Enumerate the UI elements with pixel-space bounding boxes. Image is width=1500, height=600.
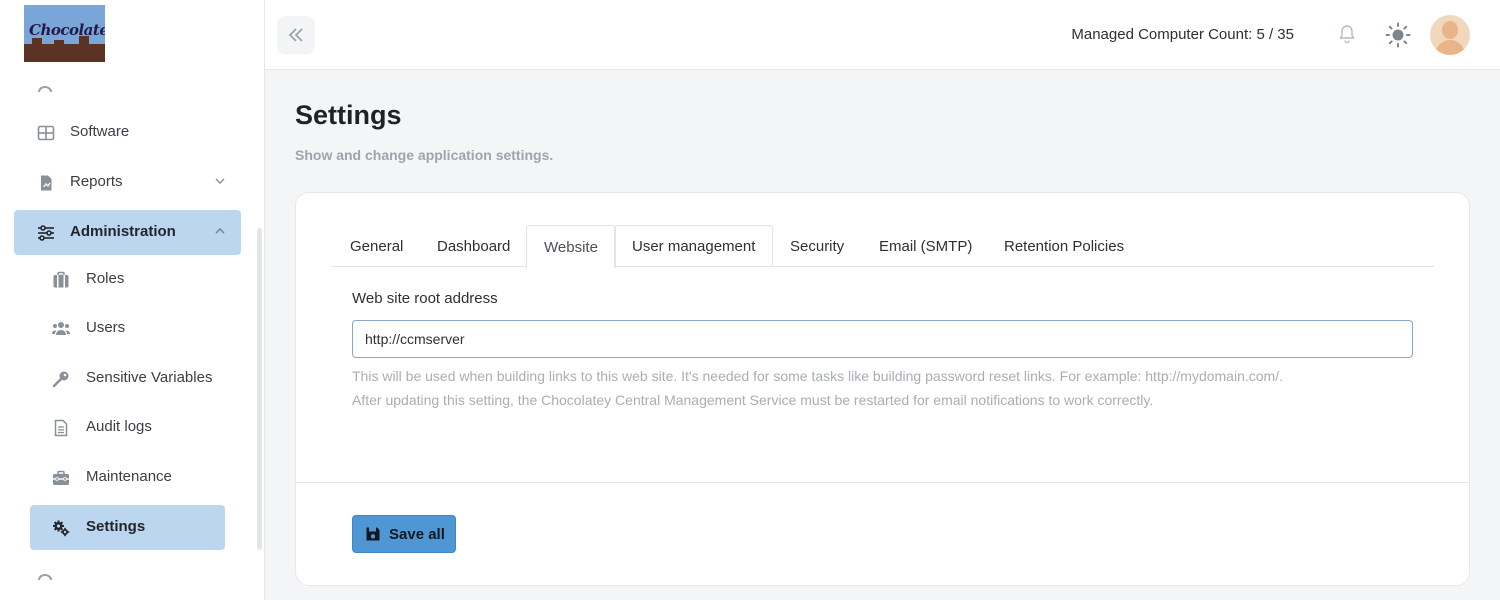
document-icon <box>54 419 68 437</box>
sidebar-item-label: Maintenance <box>86 468 172 485</box>
gears-icon <box>53 520 70 537</box>
avatar[interactable] <box>1430 15 1470 55</box>
double-chevron-left-icon <box>288 28 303 42</box>
chocolatey-logo[interactable]: Chocolatey <box>24 5 105 62</box>
sidebar-item-administration[interactable]: Administration <box>14 210 241 255</box>
chevron-up-icon <box>215 228 225 234</box>
chevron-down-icon <box>215 178 225 184</box>
sidebar-item-roles[interactable]: Roles <box>30 257 225 302</box>
tab-user-management[interactable]: User management <box>614 225 774 267</box>
sliders-icon <box>38 225 54 241</box>
bell-icon[interactable] <box>1338 24 1356 44</box>
tab-website[interactable]: Website <box>526 225 616 268</box>
tab-dashboard[interactable]: Dashboard <box>419 225 528 267</box>
managed-computer-count: Managed Computer Count: 5 / 35 <box>1071 26 1294 43</box>
grid-icon <box>37 125 55 141</box>
settings-card: General Dashboard Website User managemen… <box>295 192 1470 586</box>
sidebar-item-label: Reports <box>70 173 123 190</box>
settings-tabs: General Dashboard Website User managemen… <box>332 225 1434 268</box>
root-address-help-text: This will be used when building links to… <box>352 364 1432 412</box>
sidebar-item-sensitive-variables[interactable]: Sensitive Variables <box>30 356 225 401</box>
save-all-button[interactable]: Save all <box>352 515 456 553</box>
help-text-line: This will be used when building links to… <box>352 368 1283 384</box>
root-address-label: Web site root address <box>352 290 498 307</box>
key-icon <box>52 371 69 388</box>
sun-icon[interactable] <box>1385 22 1411 48</box>
sidebar-item-label: Audit logs <box>86 418 152 435</box>
sidebar-item-label: Software <box>70 123 130 140</box>
sidebar-scrollbar[interactable] <box>257 228 262 550</box>
top-header: Managed Computer Count: 5 / 35 <box>265 0 1500 70</box>
save-all-label: Save all <box>389 526 445 543</box>
sidebar-item-partial <box>38 86 108 92</box>
sidebar-item-label: Roles <box>86 270 125 287</box>
sidebar-item-audit-logs[interactable]: Audit logs <box>30 405 225 450</box>
sidebar-item-maintenance[interactable]: Maintenance <box>30 455 225 500</box>
sidebar-item-software[interactable]: Software <box>14 110 241 155</box>
collapse-sidebar-button[interactable] <box>277 16 315 54</box>
briefcase-icon <box>53 271 69 288</box>
card-divider <box>296 482 1469 483</box>
sidebar-item-settings[interactable]: Settings <box>30 505 225 550</box>
sidebar-item-label: Sensitive Variables <box>86 369 213 386</box>
help-text-line: After updating this setting, the Chocola… <box>352 392 1154 408</box>
root-address-input[interactable] <box>352 320 1413 358</box>
sidebar: Chocolatey Software Reports Administrati… <box>0 0 265 600</box>
tab-general[interactable]: General <box>332 225 421 267</box>
page-title: Settings <box>295 100 402 130</box>
report-icon <box>41 175 52 191</box>
users-icon <box>52 322 70 335</box>
sidebar-item-reports[interactable]: Reports <box>14 160 241 205</box>
sidebar-item-label: Administration <box>70 223 176 240</box>
tab-retention-policies[interactable]: Retention Policies <box>986 225 1142 267</box>
tab-security[interactable]: Security <box>772 225 862 267</box>
page-subtitle: Show and change application settings. <box>295 147 554 163</box>
floppy-disk-icon <box>366 527 380 541</box>
sidebar-item-label: Users <box>86 319 126 336</box>
logo-text: Chocolatey <box>29 21 105 39</box>
sidebar-item-partial <box>38 574 108 580</box>
sidebar-item-users[interactable]: Users <box>30 306 225 351</box>
sidebar-item-label: Settings <box>86 518 146 535</box>
tab-email-smtp[interactable]: Email (SMTP) <box>861 225 990 267</box>
toolbox-icon <box>53 470 69 485</box>
